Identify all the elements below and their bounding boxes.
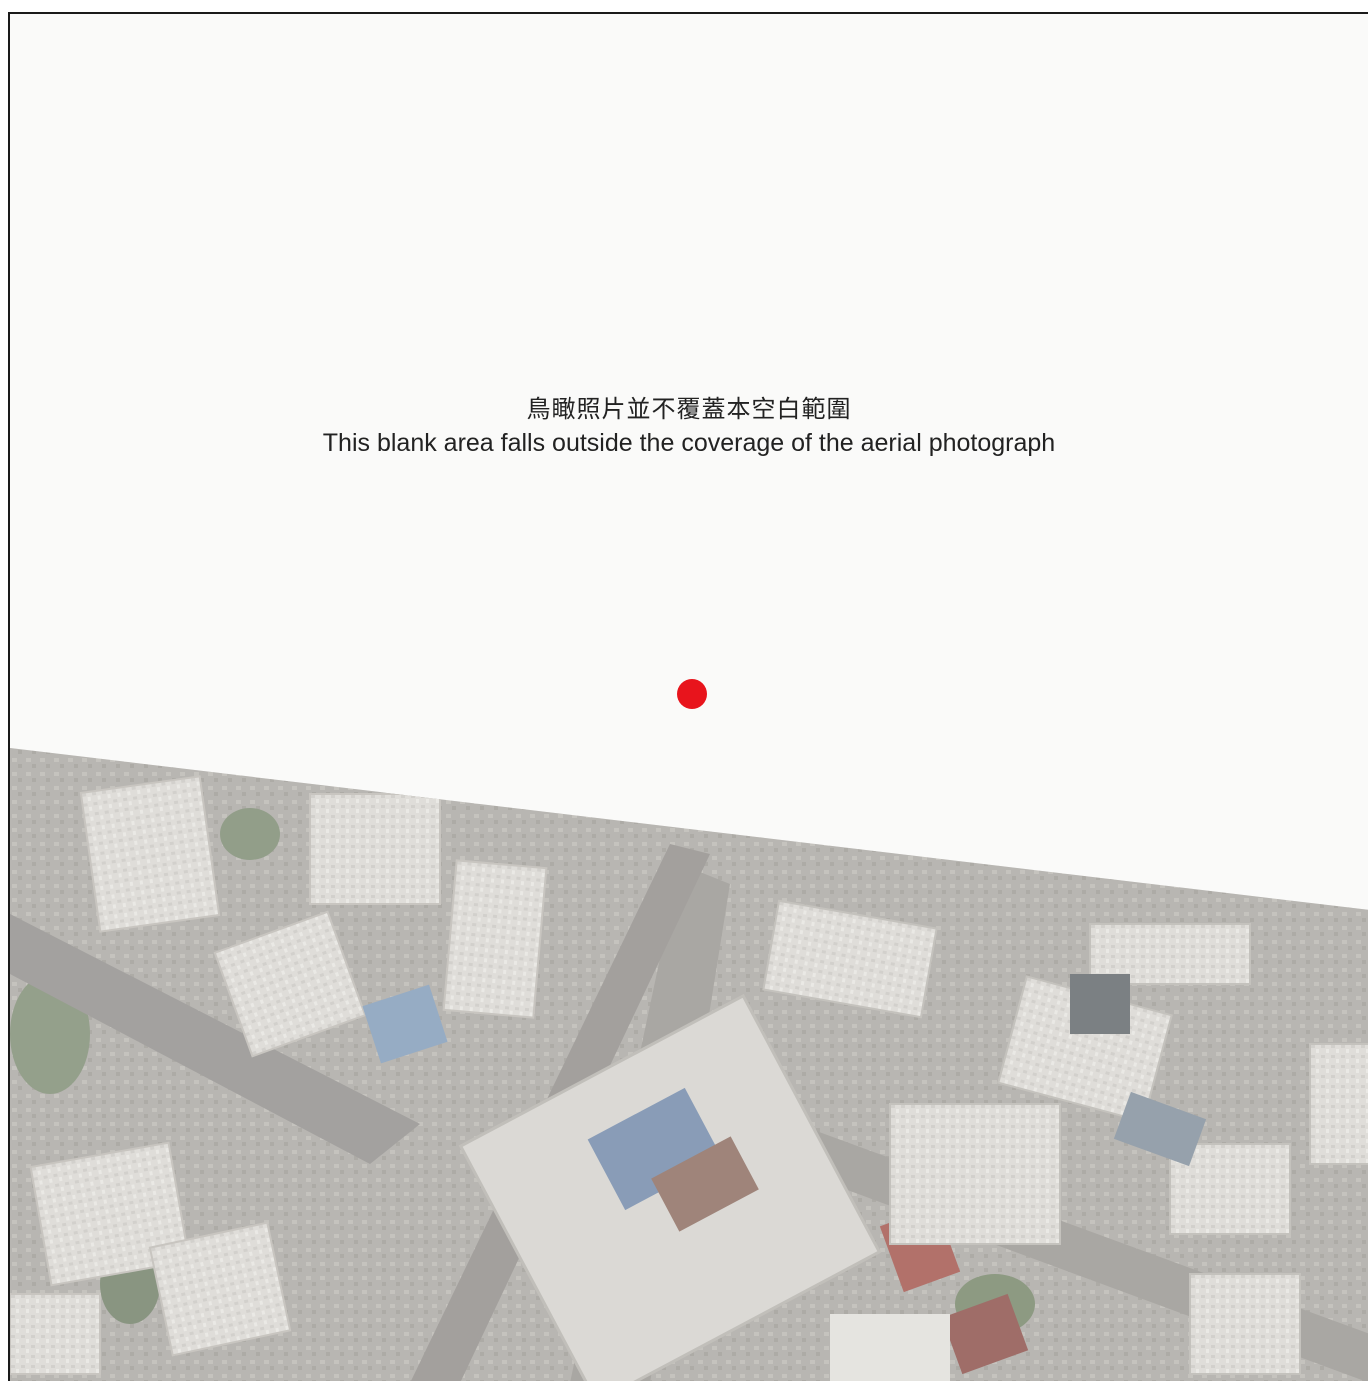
coverage-notice: 鳥瞰照片並不覆蓋本空白範圍 This blank area falls outs… [10,392,1368,460]
coverage-notice-chinese: 鳥瞰照片並不覆蓋本空白範圍 [526,395,852,423]
coverage-notice-english: This blank area falls outside the covera… [322,429,1056,457]
location-dot-icon[interactable] [677,679,707,709]
photo-tiles [10,748,1368,1381]
map-viewport[interactable]: 鳥瞰照片並不覆蓋本空白範圍 This blank area falls outs… [8,12,1368,1381]
